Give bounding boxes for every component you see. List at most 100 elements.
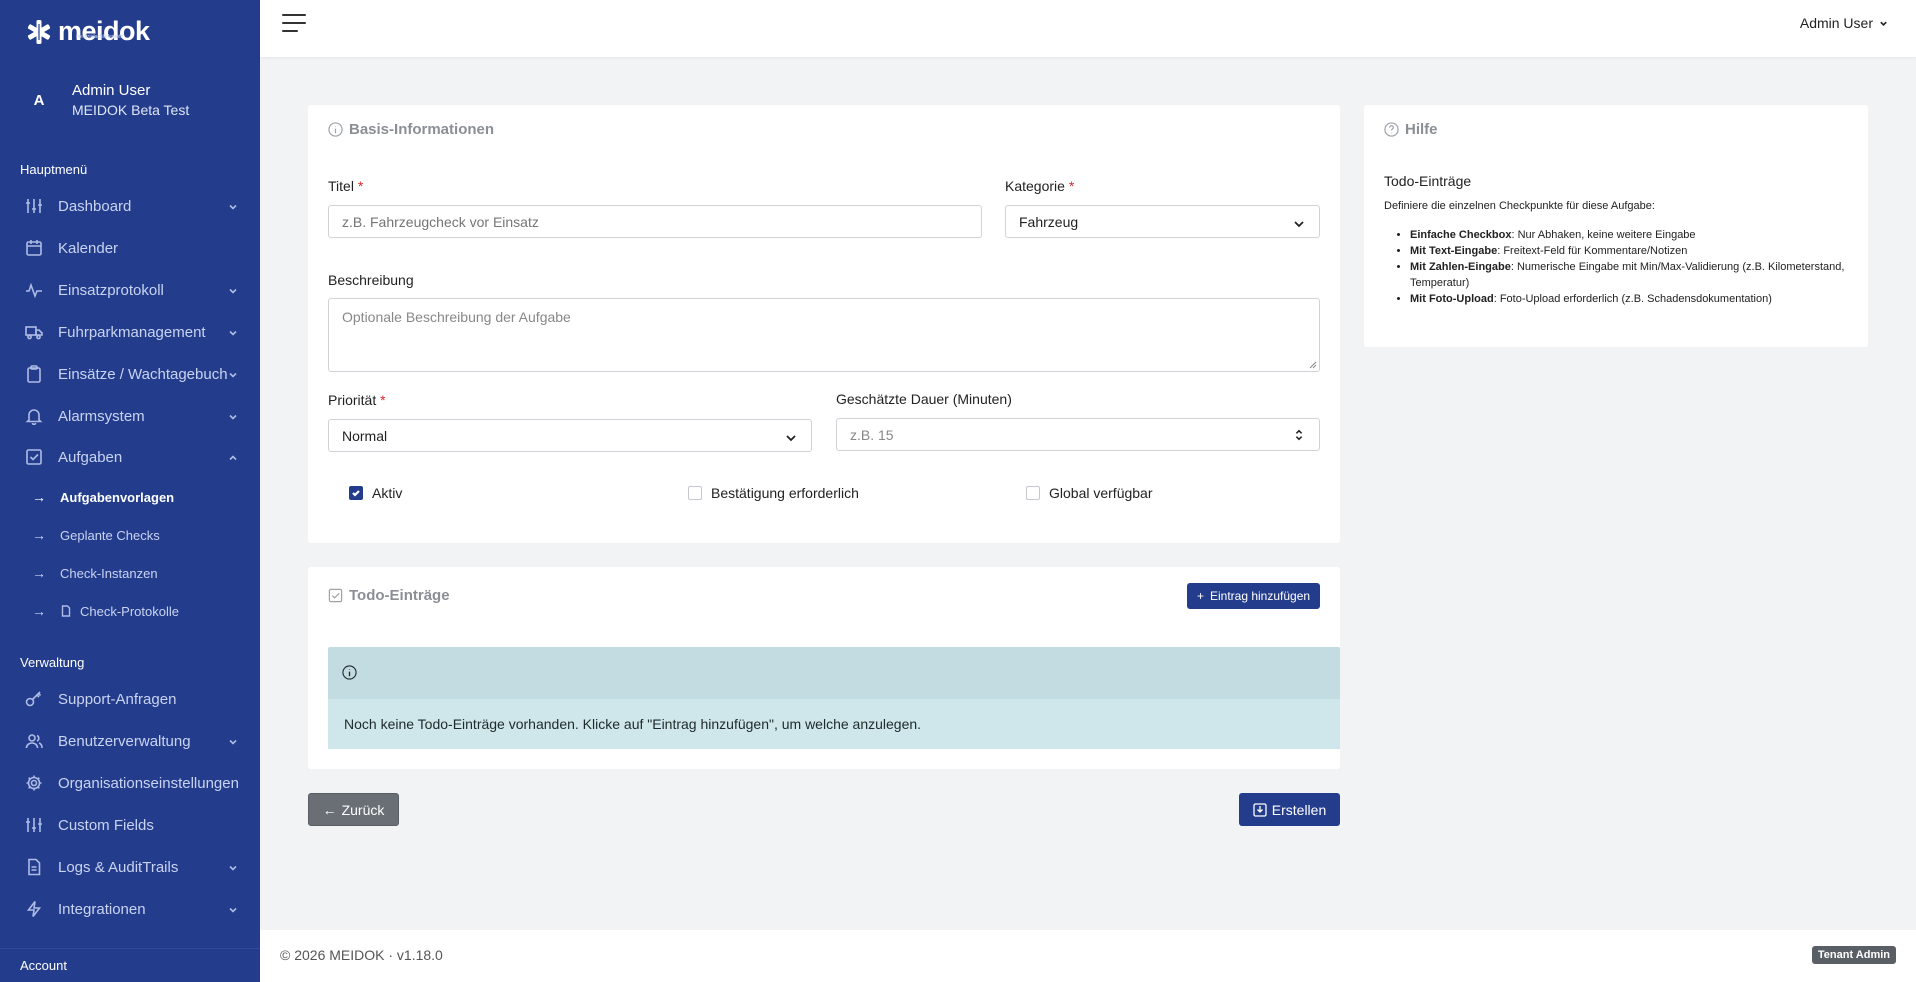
sidebar-item-dashboard[interactable]: Dashboard xyxy=(0,186,260,226)
dauer-label: Geschätzte Dauer (Minuten) xyxy=(836,391,1012,407)
help-card: Hilfe Todo-Einträge Definiere die einzel… xyxy=(1364,105,1868,347)
checkbox-checked xyxy=(349,486,363,500)
dauer-input[interactable]: z.B. 15 xyxy=(836,418,1320,451)
user-name: Admin User xyxy=(72,82,151,99)
sidebar-subitem-label: Geplante Checks xyxy=(60,527,160,543)
prioritaet-select[interactable]: Normal xyxy=(328,419,812,452)
sidebar-item-label: Dashboard xyxy=(58,197,132,215)
account-menu[interactable]: Account xyxy=(0,948,260,982)
sidebar-subitem-aufgabenvorlagen[interactable]: → Aufgabenvorlagen xyxy=(0,480,260,514)
plus-icon: + xyxy=(1196,589,1204,603)
checkbox-label: Aktiv xyxy=(372,485,403,501)
beschreibung-placeholder: Optionale Beschreibung der Aufgabe xyxy=(342,309,571,325)
empty-state-message: Noch keine Todo-Einträge vorhanden. Klic… xyxy=(328,699,1340,749)
sliders-icon xyxy=(24,196,44,216)
kategorie-select[interactable]: Fahrzeug xyxy=(1005,205,1320,238)
titel-label-text: Titel xyxy=(328,178,354,194)
bestaetigung-checkbox[interactable]: Bestätigung erforderlich xyxy=(688,485,859,501)
account-label: Account xyxy=(20,958,67,973)
todo-card: Todo-Einträge + Eintrag hinzufügen Noch … xyxy=(308,567,1340,769)
titel-input[interactable] xyxy=(328,205,982,238)
sliders-icon xyxy=(24,815,44,835)
kategorie-value: Fahrzeug xyxy=(1019,213,1079,230)
topbar: Admin User xyxy=(260,0,1916,57)
chevron-down-icon xyxy=(228,325,238,336)
kategorie-label-text: Kategorie xyxy=(1005,178,1065,194)
key-icon xyxy=(24,689,44,709)
help-term: Mit Foto-Upload xyxy=(1410,293,1494,305)
section-label-verwaltung: Verwaltung xyxy=(20,655,85,670)
aktiv-checkbox[interactable]: Aktiv xyxy=(349,485,402,501)
card-title-text: Todo-Einträge xyxy=(349,587,450,604)
card-title: Hilfe xyxy=(1384,121,1438,138)
sidebar-item-fuhrparkmanagement[interactable]: Fuhrparkmanagement xyxy=(0,312,260,352)
chevron-down-icon xyxy=(228,734,238,745)
kategorie-label: Kategorie * xyxy=(1005,178,1074,194)
chevron-down-icon xyxy=(228,902,238,913)
sidebar-item-label: Logs & AuditTrails xyxy=(58,858,179,876)
brand-logo[interactable]: meidok xyxy=(26,16,150,47)
brand-tagline: medizinfachlieferante xyxy=(76,34,124,40)
titel-label: Titel * xyxy=(328,178,363,194)
sidebar-item-label: Einsatzprotokoll xyxy=(58,281,164,299)
add-entry-button[interactable]: + Eintrag hinzufügen xyxy=(1187,583,1320,609)
global-checkbox[interactable]: Global verfügbar xyxy=(1026,485,1153,501)
chevron-up-icon xyxy=(228,450,238,461)
user-profile[interactable]: A Admin User MEIDOK Beta Test xyxy=(22,82,190,118)
sidebar-subitem-check-protokolle[interactable]: → Check-Protokolle xyxy=(0,594,260,628)
sidebar-subitem-label: Check-Instanzen xyxy=(60,565,158,581)
help-term: Einfache Checkbox xyxy=(1410,229,1512,241)
star-of-life-icon xyxy=(27,19,51,44)
avatar: A xyxy=(33,91,45,109)
sidebar-item-integrationen[interactable]: Integrationen xyxy=(0,889,260,929)
required-mark: * xyxy=(380,392,386,408)
users-icon xyxy=(24,731,44,751)
sidebar-item-support[interactable]: Support-Anfragen xyxy=(0,679,260,719)
user-org: MEIDOK Beta Test xyxy=(72,102,190,118)
sidebar-item-kalender[interactable]: Kalender xyxy=(0,228,260,268)
help-term: Mit Text-Eingabe xyxy=(1410,245,1498,257)
sidebar-item-logs[interactable]: Logs & AuditTrails xyxy=(0,847,260,887)
back-button[interactable]: ← Zurück xyxy=(308,793,399,826)
sidebar-subitem-geplante-checks[interactable]: → Geplante Checks xyxy=(0,518,260,552)
info-circle-icon xyxy=(342,665,357,680)
gear-icon xyxy=(24,773,44,793)
sidebar-item-aufgaben[interactable]: Aufgaben xyxy=(0,437,260,477)
beschreibung-textarea[interactable]: Optionale Beschreibung der Aufgabe xyxy=(328,298,1320,372)
user-dropdown[interactable]: Admin User xyxy=(1800,15,1888,31)
help-term: Mit Zahlen-Eingabe xyxy=(1410,261,1511,273)
bolt-icon xyxy=(24,899,44,919)
sidebar-item-benutzerverwaltung[interactable]: Benutzerverwaltung xyxy=(0,721,260,761)
save-icon xyxy=(1253,802,1267,817)
hamburger-menu-icon[interactable] xyxy=(282,14,308,36)
chevron-down-icon xyxy=(785,431,797,443)
required-mark: * xyxy=(1068,178,1075,194)
checkbox-label: Bestätigung erforderlich xyxy=(711,485,859,501)
sidebar-item-label: Custom Fields xyxy=(58,816,154,834)
file-icon xyxy=(24,857,44,877)
arrow-left-icon: ← xyxy=(322,801,337,818)
resize-handle-icon[interactable] xyxy=(1307,359,1317,369)
sidebar-subitem-check-instanzen[interactable]: → Check-Instanzen xyxy=(0,556,260,590)
document-icon xyxy=(60,605,72,617)
footer: © 2026 MEIDOK · v1.18.0 Tenant Admin xyxy=(260,930,1916,982)
sidebar-item-label: Benutzerverwaltung xyxy=(58,732,191,750)
stepper-icon[interactable] xyxy=(1293,428,1305,441)
sidebar-item-einsatzprotokoll[interactable]: Einsatzprotokoll xyxy=(0,270,260,310)
sidebar-item-einsaetze[interactable]: Einsätze / Wachtagebuch xyxy=(0,354,260,394)
checkbox-label: Global verfügbar xyxy=(1049,485,1153,501)
help-desc: : Nur Abhaken, keine weitere Eingabe xyxy=(1511,229,1696,241)
tenant-badge: Tenant Admin xyxy=(1811,946,1896,964)
sidebar-item-alarmsystem[interactable]: Alarmsystem xyxy=(0,396,260,436)
checkbox-icon xyxy=(328,588,343,603)
arrow-right-icon: → xyxy=(32,527,46,543)
sidebar-item-custom-fields[interactable]: Custom Fields xyxy=(0,805,260,845)
beschreibung-label: Beschreibung xyxy=(328,272,414,288)
create-button[interactable]: Erstellen xyxy=(1239,793,1340,826)
footer-copyright: © 2026 MEIDOK · v1.18.0 xyxy=(280,947,443,963)
sidebar: meidok medizinfachlieferante A Admin Use… xyxy=(0,0,260,982)
question-circle-icon xyxy=(1384,122,1399,137)
help-list: Einfache Checkbox: Nur Abhaken, keine we… xyxy=(1396,227,1846,307)
sidebar-subitem-label: Check-Protokolle xyxy=(80,603,179,619)
sidebar-item-organisation[interactable]: Organisationseinstellungen xyxy=(0,763,260,803)
